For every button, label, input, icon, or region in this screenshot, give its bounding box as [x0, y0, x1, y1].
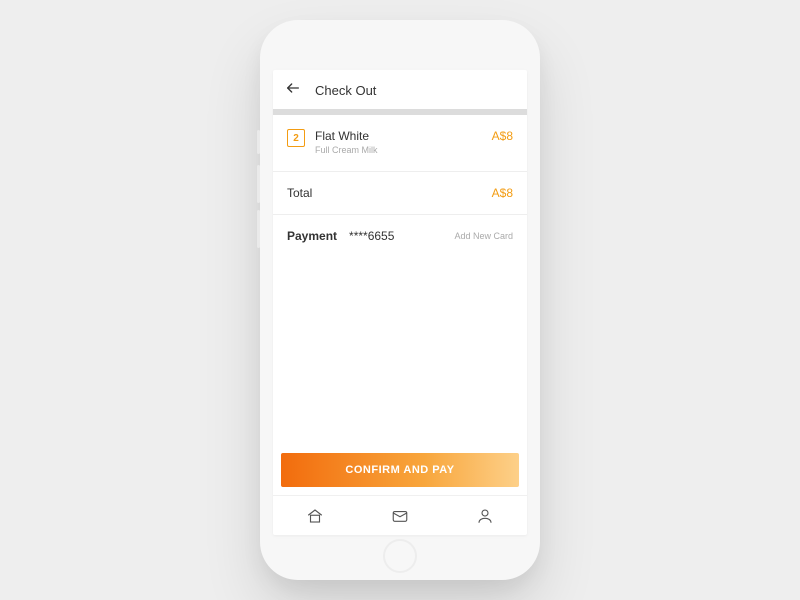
- total-price: A$8: [492, 186, 513, 200]
- spacer: [273, 257, 527, 453]
- card-number: ****6655: [349, 229, 442, 243]
- header: Check Out: [273, 70, 527, 109]
- confirm-pay-button[interactable]: CONFIRM AND PAY: [281, 453, 519, 487]
- phone-side-button: [257, 210, 260, 248]
- tab-bar: [273, 495, 527, 535]
- item-name: Flat White: [315, 129, 482, 143]
- add-new-card-link[interactable]: Add New Card: [454, 231, 513, 241]
- payment-label: Payment: [287, 229, 337, 243]
- home-icon[interactable]: [306, 507, 324, 525]
- total-row: Total A$8: [273, 171, 527, 215]
- quantity-badge: 2: [287, 129, 305, 147]
- page-title: Check Out: [315, 83, 376, 98]
- phone-frame: Check Out 2 Flat White Full Cream Milk A…: [260, 20, 540, 580]
- total-label: Total: [287, 186, 312, 200]
- mail-icon[interactable]: [391, 507, 409, 525]
- item-price: A$8: [492, 129, 513, 143]
- item-text: Flat White Full Cream Milk: [315, 129, 482, 155]
- profile-icon[interactable]: [476, 507, 494, 525]
- back-icon[interactable]: [285, 80, 301, 101]
- cart-item: 2 Flat White Full Cream Milk A$8: [273, 115, 527, 171]
- app-screen: Check Out 2 Flat White Full Cream Milk A…: [273, 70, 527, 535]
- item-subtitle: Full Cream Milk: [315, 145, 482, 155]
- phone-side-button: [257, 165, 260, 203]
- phone-home-button: [383, 539, 417, 573]
- phone-side-button: [257, 130, 260, 154]
- payment-row: Payment ****6655 Add New Card: [273, 215, 527, 257]
